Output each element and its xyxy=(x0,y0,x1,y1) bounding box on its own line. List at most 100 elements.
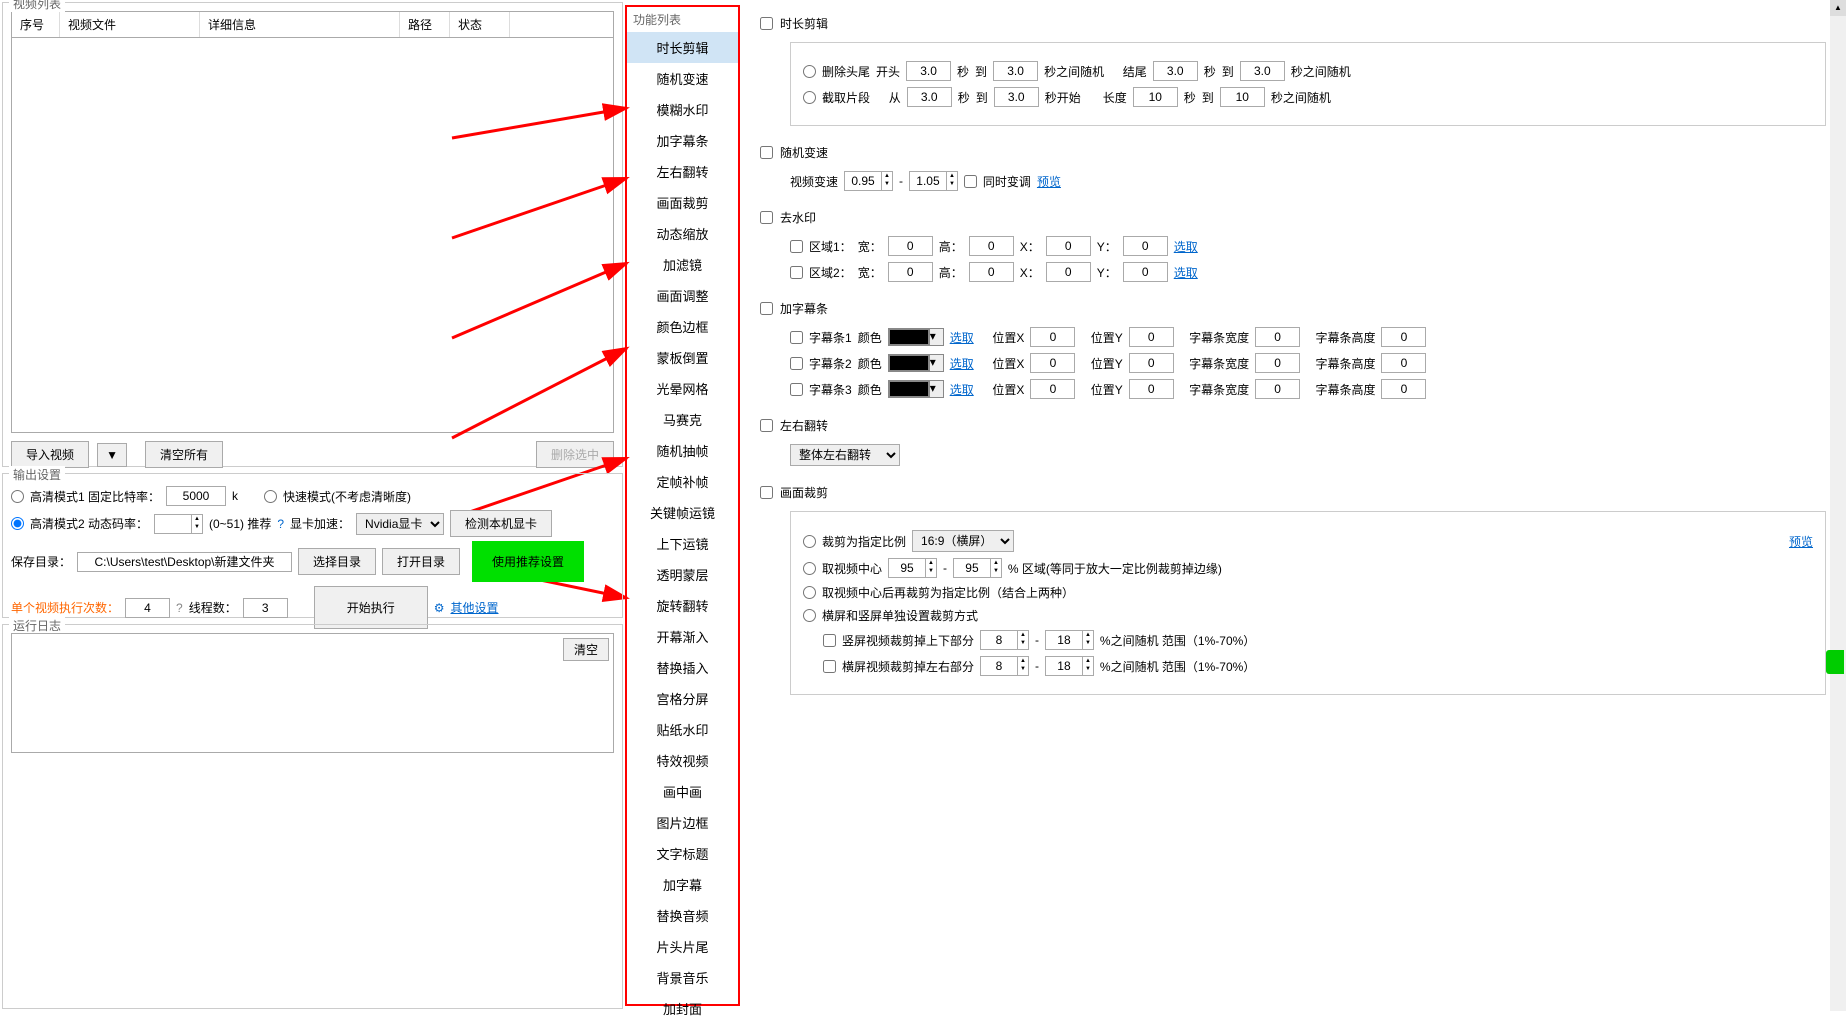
func-item-15[interactable]: 关键帧运镜 xyxy=(627,497,738,528)
head-max-input[interactable] xyxy=(993,61,1038,81)
speed-max-input[interactable] xyxy=(909,171,947,191)
sub3-select-link[interactable]: 选取 xyxy=(950,381,974,398)
func-item-1[interactable]: 随机变速 xyxy=(627,63,738,94)
col-detail[interactable]: 详细信息 xyxy=(200,12,400,37)
clear-all-button[interactable]: 清空所有 xyxy=(145,441,223,468)
func-item-3[interactable]: 加字幕条 xyxy=(627,125,738,156)
func-item-20[interactable]: 替换插入 xyxy=(627,652,738,683)
crop-both-radio[interactable] xyxy=(803,586,816,599)
crop-preview-link[interactable]: 预览 xyxy=(1789,533,1813,550)
thread-input[interactable] xyxy=(243,598,288,618)
mode2-radio[interactable] xyxy=(11,517,24,530)
a1-h-input[interactable] xyxy=(969,236,1014,256)
crop-ratio-radio[interactable] xyxy=(803,535,816,548)
mode1-radio[interactable] xyxy=(11,490,24,503)
side-badge-icon[interactable] xyxy=(1826,650,1844,674)
func-item-11[interactable]: 光晕网格 xyxy=(627,373,738,404)
clip-len-max-input[interactable] xyxy=(1220,87,1265,107)
gpu-select[interactable]: Nvidia显卡 xyxy=(356,513,444,535)
a1-y-input[interactable] xyxy=(1123,236,1168,256)
scroll-up-icon[interactable]: ▲ xyxy=(1830,0,1846,16)
sub3-color-btn[interactable]: ▾ xyxy=(929,381,943,397)
func-item-28[interactable]: 替换音频 xyxy=(627,900,738,931)
center-min-input[interactable] xyxy=(888,558,926,578)
crop-ratio-select[interactable]: 16:9（横屏） xyxy=(912,530,1014,552)
vcrop-checkbox[interactable] xyxy=(823,634,836,647)
func-item-31[interactable]: 加封面 xyxy=(627,993,738,1024)
sub3-x-input[interactable] xyxy=(1030,379,1075,399)
func-item-5[interactable]: 画面裁剪 xyxy=(627,187,738,218)
hcrop-min-input[interactable] xyxy=(980,656,1018,676)
clear-log-button[interactable]: 清空 xyxy=(563,638,609,661)
sub1-color-btn[interactable]: ▾ xyxy=(929,329,943,345)
func-item-4[interactable]: 左右翻转 xyxy=(627,156,738,187)
func-item-18[interactable]: 旋转翻转 xyxy=(627,590,738,621)
sub1-checkbox[interactable] xyxy=(790,331,803,344)
a2-select-link[interactable]: 选取 xyxy=(1174,264,1198,281)
tail-min-input[interactable] xyxy=(1153,61,1198,81)
watermark-checkbox[interactable] xyxy=(760,211,773,224)
flip-checkbox[interactable] xyxy=(760,419,773,432)
crf-input[interactable] xyxy=(154,514,192,534)
clip-radio[interactable] xyxy=(803,91,816,104)
subtitle-checkbox[interactable] xyxy=(760,302,773,315)
vcrop-max-input[interactable] xyxy=(1045,630,1083,650)
func-item-29[interactable]: 片头片尾 xyxy=(627,931,738,962)
settings-panel[interactable]: 时长剪辑 删除头尾 开头 秒到 秒之间随机 结尾 秒到 秒之间随机 截取片段 xyxy=(740,0,1846,1011)
col-status[interactable]: 状态 xyxy=(450,12,510,37)
func-item-19[interactable]: 开幕渐入 xyxy=(627,621,738,652)
area2-checkbox[interactable] xyxy=(790,266,803,279)
center-max-input[interactable] xyxy=(953,558,991,578)
duration-checkbox[interactable] xyxy=(760,17,773,30)
exec-count-input[interactable] xyxy=(125,598,170,618)
a2-w-input[interactable] xyxy=(888,262,933,282)
sub3-y-input[interactable] xyxy=(1129,379,1174,399)
func-item-16[interactable]: 上下运镜 xyxy=(627,528,738,559)
col-file[interactable]: 视频文件 xyxy=(60,12,200,37)
col-num[interactable]: 序号 xyxy=(12,12,60,37)
func-item-26[interactable]: 文字标题 xyxy=(627,838,738,869)
func-item-25[interactable]: 图片边框 xyxy=(627,807,738,838)
sub2-y-input[interactable] xyxy=(1129,353,1174,373)
help-icon[interactable]: ? xyxy=(277,517,284,531)
clip-len-min-input[interactable] xyxy=(1133,87,1178,107)
use-recommended-button[interactable]: 使用推荐设置 xyxy=(472,541,584,582)
sub1-color-swatch[interactable] xyxy=(889,329,929,345)
tail-max-input[interactable] xyxy=(1240,61,1285,81)
help-icon[interactable]: ? xyxy=(176,601,183,615)
sub1-h-input[interactable] xyxy=(1381,327,1426,347)
vcrop-min-input[interactable] xyxy=(980,630,1018,650)
table-body[interactable] xyxy=(11,38,614,433)
bitrate-input[interactable] xyxy=(166,486,226,506)
func-item-7[interactable]: 加滤镜 xyxy=(627,249,738,280)
crop-center-radio[interactable] xyxy=(803,562,816,575)
func-item-30[interactable]: 背景音乐 xyxy=(627,962,738,993)
pitch-checkbox[interactable] xyxy=(964,175,977,188)
a2-h-input[interactable] xyxy=(969,262,1014,282)
sub2-w-input[interactable] xyxy=(1255,353,1300,373)
func-item-10[interactable]: 蒙板倒置 xyxy=(627,342,738,373)
sub1-y-input[interactable] xyxy=(1129,327,1174,347)
func-item-12[interactable]: 马赛克 xyxy=(627,404,738,435)
a1-select-link[interactable]: 选取 xyxy=(1174,238,1198,255)
speed-preview-link[interactable]: 预览 xyxy=(1037,173,1061,190)
fastmode-radio[interactable] xyxy=(264,490,277,503)
func-item-0[interactable]: 时长剪辑 xyxy=(627,32,738,63)
sub3-checkbox[interactable] xyxy=(790,383,803,396)
func-item-27[interactable]: 加字幕 xyxy=(627,869,738,900)
func-item-13[interactable]: 随机抽帧 xyxy=(627,435,738,466)
open-dir-button[interactable]: 打开目录 xyxy=(382,548,460,575)
func-item-21[interactable]: 宫格分屏 xyxy=(627,683,738,714)
clip-from-max-input[interactable] xyxy=(994,87,1039,107)
sub1-select-link[interactable]: 选取 xyxy=(950,329,974,346)
speed-checkbox[interactable] xyxy=(760,146,773,159)
hcrop-checkbox[interactable] xyxy=(823,660,836,673)
func-item-23[interactable]: 特效视频 xyxy=(627,745,738,776)
sub2-x-input[interactable] xyxy=(1030,353,1075,373)
a1-w-input[interactable] xyxy=(888,236,933,256)
other-settings-link[interactable]: 其他设置 xyxy=(451,599,499,616)
sub1-w-input[interactable] xyxy=(1255,327,1300,347)
func-item-9[interactable]: 颜色边框 xyxy=(627,311,738,342)
detect-gpu-button[interactable]: 检测本机显卡 xyxy=(450,510,552,537)
sub3-h-input[interactable] xyxy=(1381,379,1426,399)
